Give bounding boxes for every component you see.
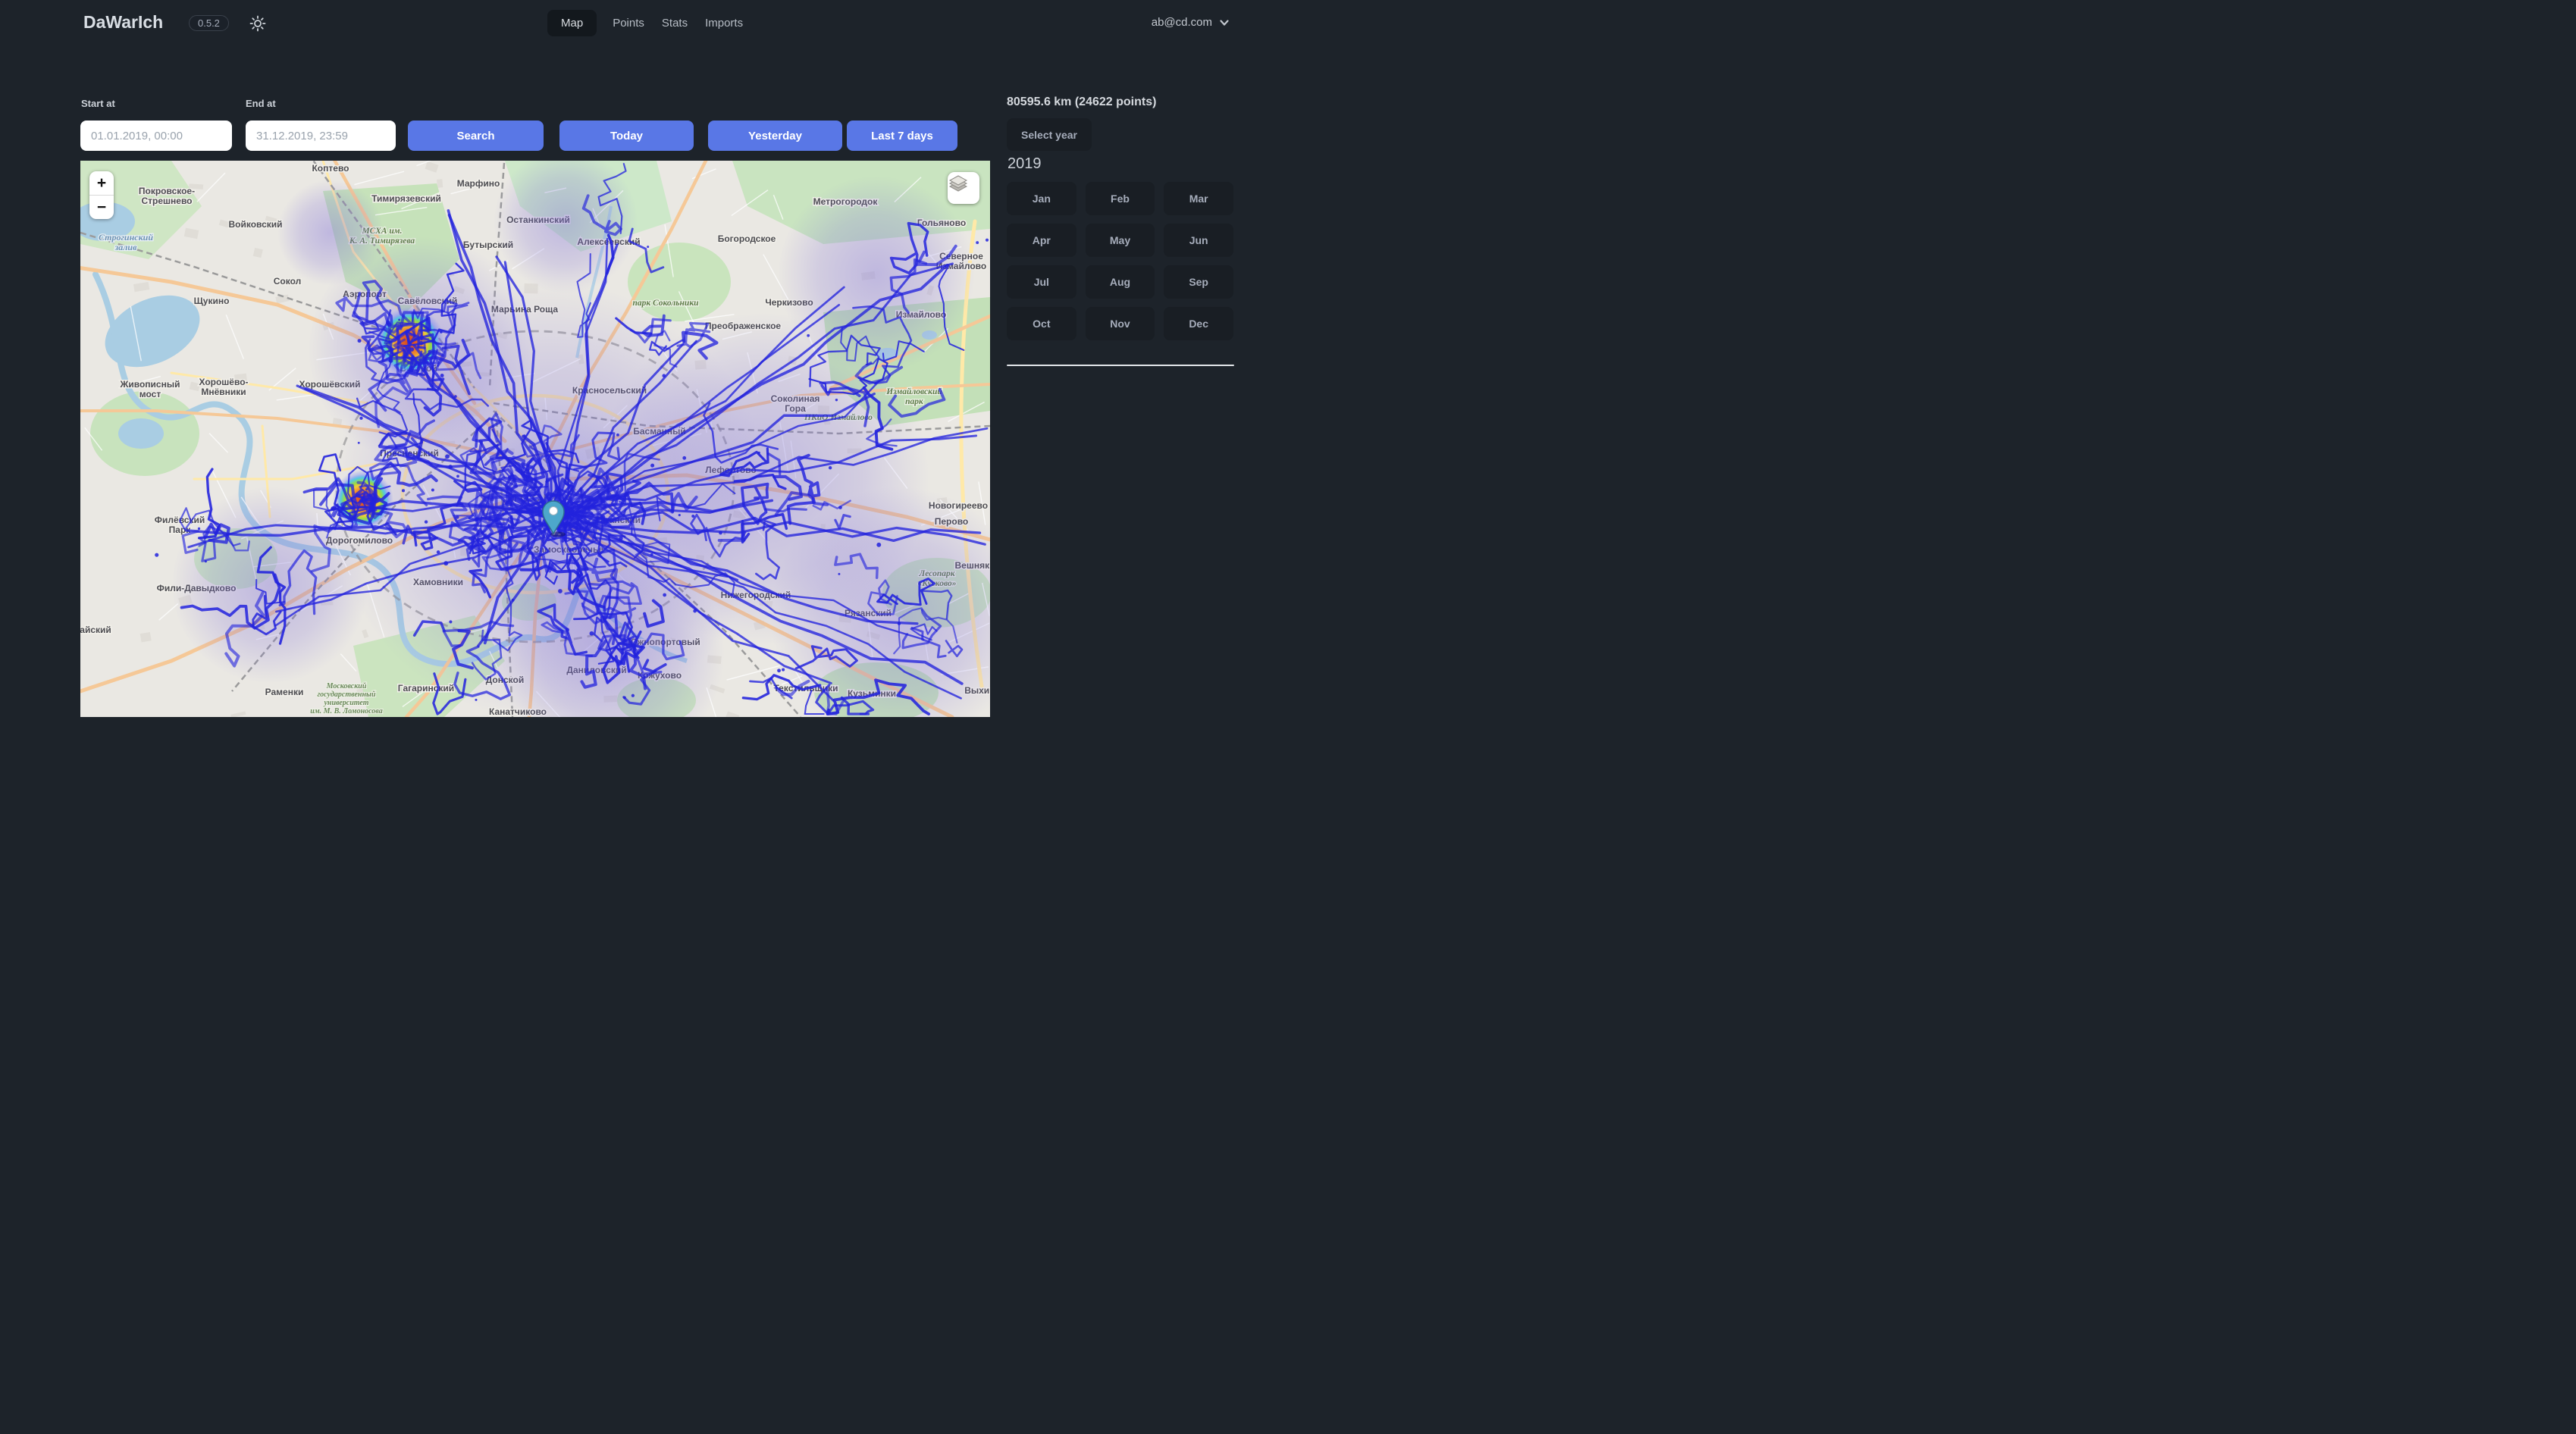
tab-map[interactable]: Map (547, 10, 597, 36)
search-button[interactable]: Search (408, 121, 544, 151)
sidebar-divider (1007, 365, 1234, 366)
month-button-jun[interactable]: Jun (1164, 224, 1233, 257)
sun-icon (249, 14, 267, 33)
month-button-mar[interactable]: Mar (1164, 182, 1233, 215)
tab-imports[interactable]: Imports (704, 10, 744, 36)
theme-toggle-button[interactable] (248, 14, 268, 33)
zoom-in-button[interactable]: + (89, 171, 114, 195)
map-label: Щукино (194, 296, 230, 306)
end-date-input[interactable] (246, 121, 396, 151)
month-grid: Jan Feb Mar Apr May Jun Jul Aug Sep Oct Nov Dec (1007, 182, 1233, 340)
month-button-oct[interactable]: Oct (1007, 307, 1076, 340)
month-button-apr[interactable]: Apr (1007, 224, 1076, 257)
map-label: Богородское (718, 233, 776, 244)
chevron-down-icon (1219, 17, 1230, 28)
map-label: Хорошёво-Мнёвники (199, 377, 248, 397)
distance-stats: 80595.6 km (24622 points) (1007, 95, 1156, 109)
map-label: Тимирязевский (371, 193, 441, 204)
map-label: Коптево (312, 163, 349, 174)
month-button-aug[interactable]: Aug (1086, 265, 1155, 299)
month-button-sep[interactable]: Sep (1164, 265, 1233, 299)
month-button-dec[interactable]: Dec (1164, 307, 1233, 340)
map-label: Войковский (228, 219, 282, 230)
tab-points[interactable]: Points (611, 10, 646, 36)
app-logo[interactable]: DaWarIch (83, 12, 163, 33)
map-label: Сокол (274, 276, 302, 286)
month-button-jan[interactable]: Jan (1007, 182, 1076, 215)
layers-icon (948, 172, 969, 193)
last-7-days-button[interactable]: Last 7 days (847, 121, 957, 151)
start-at-label: Start at (81, 98, 115, 109)
year-heading: 2019 (1008, 155, 1042, 173)
yesterday-button[interactable]: Yesterday (708, 121, 842, 151)
end-at-label: End at (246, 98, 276, 109)
map-container[interactable]: Коптево Покровское-Стрешнево Тимирязевский… (80, 161, 990, 717)
version-badge: 0.5.2 (189, 15, 229, 31)
user-menu[interactable]: ab@cd.com (1152, 16, 1230, 29)
map-label: айский (80, 625, 111, 635)
zoom-control: + − (89, 171, 114, 219)
start-date-input[interactable] (80, 121, 232, 151)
today-button[interactable]: Today (559, 121, 694, 151)
map-label: Раменки (265, 687, 304, 697)
tab-stats[interactable]: Stats (660, 10, 689, 36)
month-button-nov[interactable]: Nov (1086, 307, 1155, 340)
layers-control[interactable] (948, 172, 979, 204)
month-button-feb[interactable]: Feb (1086, 182, 1155, 215)
month-button-may[interactable]: May (1086, 224, 1155, 257)
user-email: ab@cd.com (1152, 16, 1212, 29)
main-nav: Map Points Stats Imports (547, 10, 744, 36)
map-label: Марфино (457, 178, 500, 189)
month-button-jul[interactable]: Jul (1007, 265, 1076, 299)
select-year-button[interactable]: Select year (1007, 118, 1092, 151)
map-label: Покровское-Стрешнево (139, 186, 195, 206)
map-tiles: Коптево Покровское-Стрешнево Тимирязевский… (80, 161, 990, 717)
zoom-out-button[interactable]: − (89, 195, 114, 219)
